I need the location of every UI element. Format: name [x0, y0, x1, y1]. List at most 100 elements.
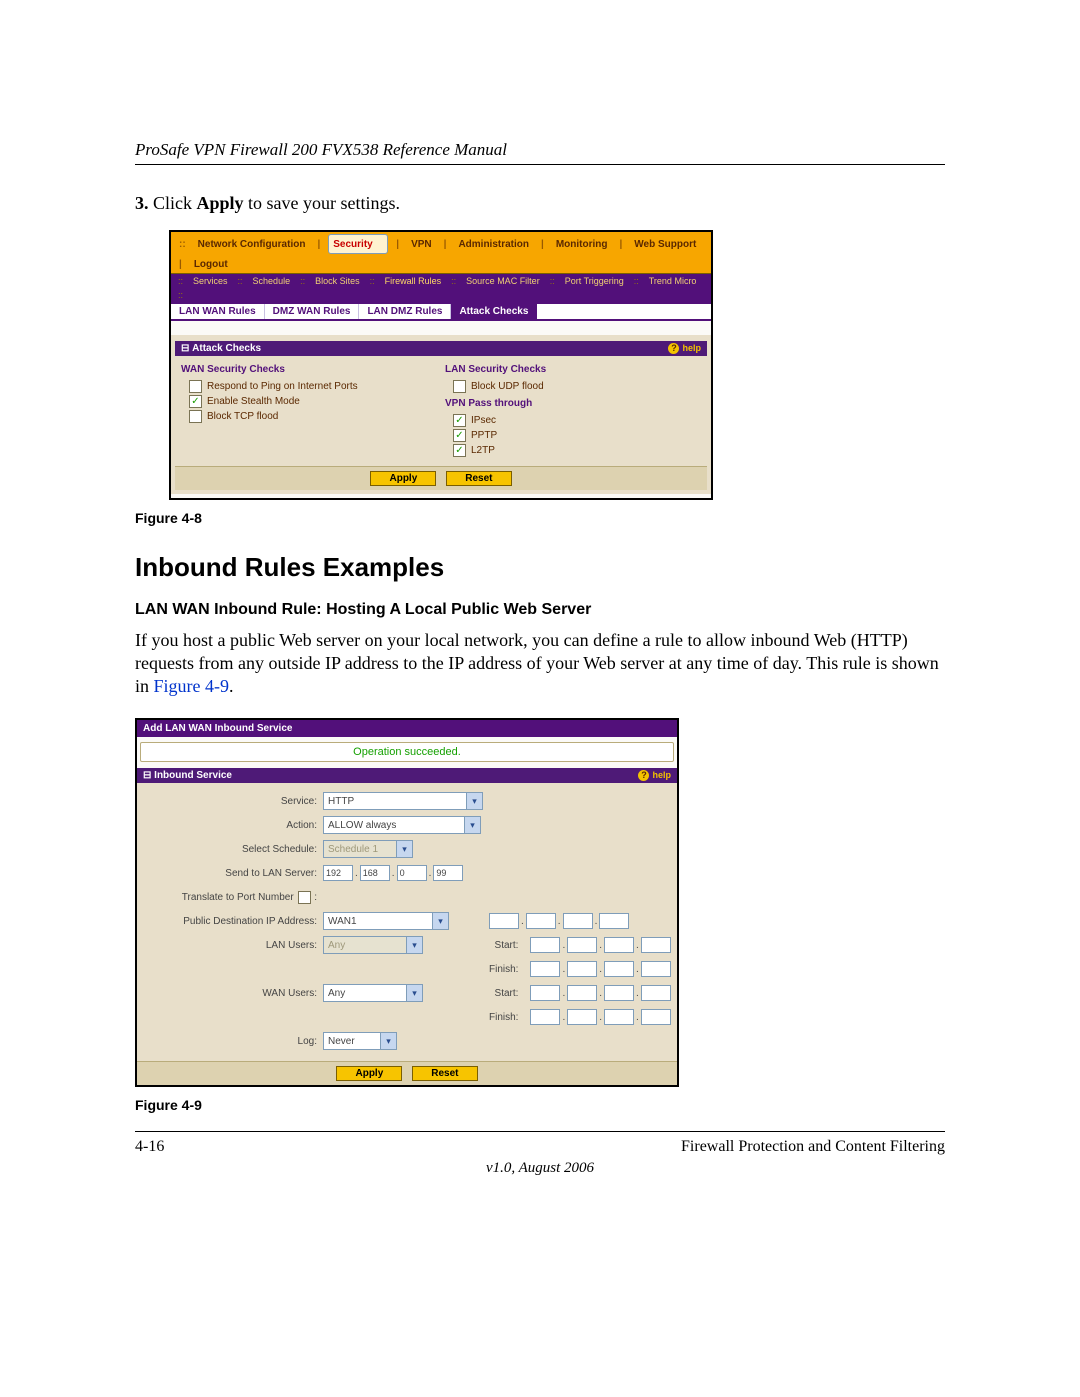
lan-security-column: LAN Security Checks Block UDP flood VPN … — [445, 364, 701, 458]
select-pubdest[interactable]: WAN1▾ — [323, 912, 449, 930]
nav-monitoring[interactable]: Monitoring — [552, 238, 612, 251]
select-wanusers[interactable]: Any▾ — [323, 984, 423, 1002]
check-stealth-mode[interactable]: ✓Enable Stealth Mode — [181, 394, 437, 409]
status-message: Operation succeeded. — [140, 742, 674, 762]
label-finish-2: Finish: — [489, 1012, 524, 1023]
check-block-udp[interactable]: Block UDP flood — [445, 379, 701, 394]
step-text-pre: Click — [149, 193, 197, 213]
subnav-source-mac[interactable]: Source MAC Filter — [463, 276, 543, 286]
label-log: Log: — [147, 1036, 317, 1047]
check-pptp[interactable]: ✓PPTP — [445, 428, 701, 443]
label-finish: Finish: — [489, 964, 524, 975]
figure-4-9-caption: Figure 4-9 — [135, 1097, 945, 1113]
reset-button[interactable]: Reset — [446, 471, 511, 486]
select-action[interactable]: ALLOW always▾ — [323, 816, 481, 834]
subnav-block-sites[interactable]: Block Sites — [312, 276, 363, 286]
step-number: 3. — [135, 193, 149, 213]
top-nav: :: Network Configuration| Security| VPN|… — [171, 232, 711, 274]
ip-octet-2[interactable]: 168 — [360, 865, 390, 881]
checkbox-icon — [189, 380, 202, 393]
ip-octet-3[interactable]: 0 — [397, 865, 427, 881]
subnav-port-triggering[interactable]: Port Triggering — [562, 276, 627, 286]
apply-button[interactable]: Apply — [336, 1066, 402, 1081]
version-line: v1.0, August 2006 — [135, 1160, 945, 1177]
step-3: 3. Click Apply to save your settings. — [135, 193, 945, 214]
select-schedule: Schedule 1▾ — [323, 840, 413, 858]
nav-network-config[interactable]: Network Configuration — [194, 238, 310, 251]
nav-web-support[interactable]: Web Support — [630, 238, 700, 251]
checkbox-icon: ✓ — [453, 444, 466, 457]
figure-4-8-caption: Figure 4-8 — [135, 510, 945, 526]
vpn-header: VPN Pass through — [445, 398, 701, 409]
tab-attack-checks[interactable]: Attack Checks — [451, 304, 537, 319]
ip-pubdest[interactable]: ... — [489, 913, 629, 929]
subnav-firewall-rules[interactable]: Firewall Rules — [382, 276, 445, 286]
label-service: Service: — [147, 796, 317, 807]
checkbox-icon: ✓ — [453, 429, 466, 442]
lan-header: LAN Security Checks — [445, 364, 701, 375]
page-footer: 4-16 Firewall Protection and Content Fil… — [135, 1131, 945, 1156]
help-icon: ? — [668, 343, 679, 354]
page-number: 4-16 — [135, 1138, 164, 1156]
add-service-titlebar: Add LAN WAN Inbound Service — [137, 720, 677, 737]
tab-lan-dmz-rules[interactable]: LAN DMZ Rules — [359, 304, 451, 319]
figure-4-9: Add LAN WAN Inbound Service Operation su… — [135, 718, 679, 1087]
label-send-to: Send to LAN Server: — [147, 868, 317, 879]
tab-lan-wan-rules[interactable]: LAN WAN Rules — [171, 304, 265, 319]
checkbox-icon: ✓ — [453, 414, 466, 427]
chapter-title: Firewall Protection and Content Filterin… — [681, 1138, 945, 1156]
step-bold: Apply — [197, 193, 244, 213]
wan-header: WAN Security Checks — [181, 364, 437, 375]
help-link[interactable]: ?help — [668, 343, 701, 354]
label-lanusers: LAN Users: — [147, 940, 317, 951]
help-link[interactable]: ?help — [638, 770, 671, 781]
inbound-service-title: ⊟ Inbound Service — [143, 770, 232, 781]
ip-octet-1[interactable]: 192 — [323, 865, 353, 881]
section-heading: Inbound Rules Examples — [135, 552, 945, 583]
nav-vpn[interactable]: VPN — [407, 238, 436, 251]
check-l2tp[interactable]: ✓L2TP — [445, 443, 701, 458]
check-ipsec[interactable]: ✓IPsec — [445, 413, 701, 428]
select-lanusers: Any▾ — [323, 936, 423, 954]
ip-lan-start[interactable]: ... — [530, 937, 670, 953]
figure-4-9-link[interactable]: Figure 4-9 — [154, 676, 230, 696]
check-respond-ping[interactable]: Respond to Ping on Internet Ports — [181, 379, 437, 394]
nav-security[interactable]: Security — [328, 234, 388, 254]
ip-send-to[interactable]: 192. 168. 0. 99 — [323, 865, 483, 881]
nav-administration[interactable]: Administration — [454, 238, 533, 251]
ip-octet-4[interactable]: 99 — [433, 865, 463, 881]
tab-dmz-wan-rules[interactable]: DMZ WAN Rules — [265, 304, 360, 319]
subnav-trend-micro[interactable]: Trend Micro — [646, 276, 700, 286]
chevron-down-icon: ▾ — [380, 1033, 396, 1049]
inbound-form: Service: HTTP▾ Action: ALLOW always▾ Sel… — [137, 783, 677, 1061]
label-schedule: Select Schedule: — [147, 844, 317, 855]
attack-checks-panel: ⊟ Attack Checks ?help WAN Security Check… — [171, 335, 711, 494]
chevron-down-icon: ▾ — [406, 985, 422, 1001]
label-start-2: Start: — [489, 988, 524, 999]
ip-wan-finish[interactable]: ... — [530, 1009, 670, 1025]
checkbox-icon — [453, 380, 466, 393]
checkbox-icon: ✓ — [189, 395, 202, 408]
secondary-nav: :: Services:: Schedule:: Block Sites:: F… — [171, 274, 711, 302]
check-block-tcp[interactable]: Block TCP flood — [181, 409, 437, 424]
select-log[interactable]: Never▾ — [323, 1032, 397, 1050]
subsection-heading: LAN WAN Inbound Rule: Hosting A Local Pu… — [135, 601, 945, 619]
chevron-down-icon: ▾ — [432, 913, 448, 929]
chevron-down-icon: ▾ — [466, 793, 482, 809]
label-translate: Translate to Port Number : — [147, 891, 317, 904]
ip-wan-start[interactable]: ... — [530, 985, 670, 1001]
button-row-2: Apply Reset — [137, 1061, 677, 1085]
select-service[interactable]: HTTP▾ — [323, 792, 483, 810]
label-pubdest: Public Destination IP Address: — [147, 916, 317, 927]
reset-button[interactable]: Reset — [412, 1066, 477, 1081]
wan-security-column: WAN Security Checks Respond to Ping on I… — [181, 364, 437, 458]
ip-lan-finish[interactable]: ... — [530, 961, 670, 977]
apply-button[interactable]: Apply — [370, 471, 436, 486]
subnav-services[interactable]: Services — [190, 276, 231, 286]
figure-4-8: :: Network Configuration| Security| VPN|… — [169, 230, 713, 500]
nav-logout[interactable]: Logout — [190, 258, 232, 271]
translate-checkbox[interactable] — [298, 891, 311, 904]
chevron-down-icon: ▾ — [396, 841, 412, 857]
label-action: Action: — [147, 820, 317, 831]
subnav-schedule[interactable]: Schedule — [250, 276, 294, 286]
